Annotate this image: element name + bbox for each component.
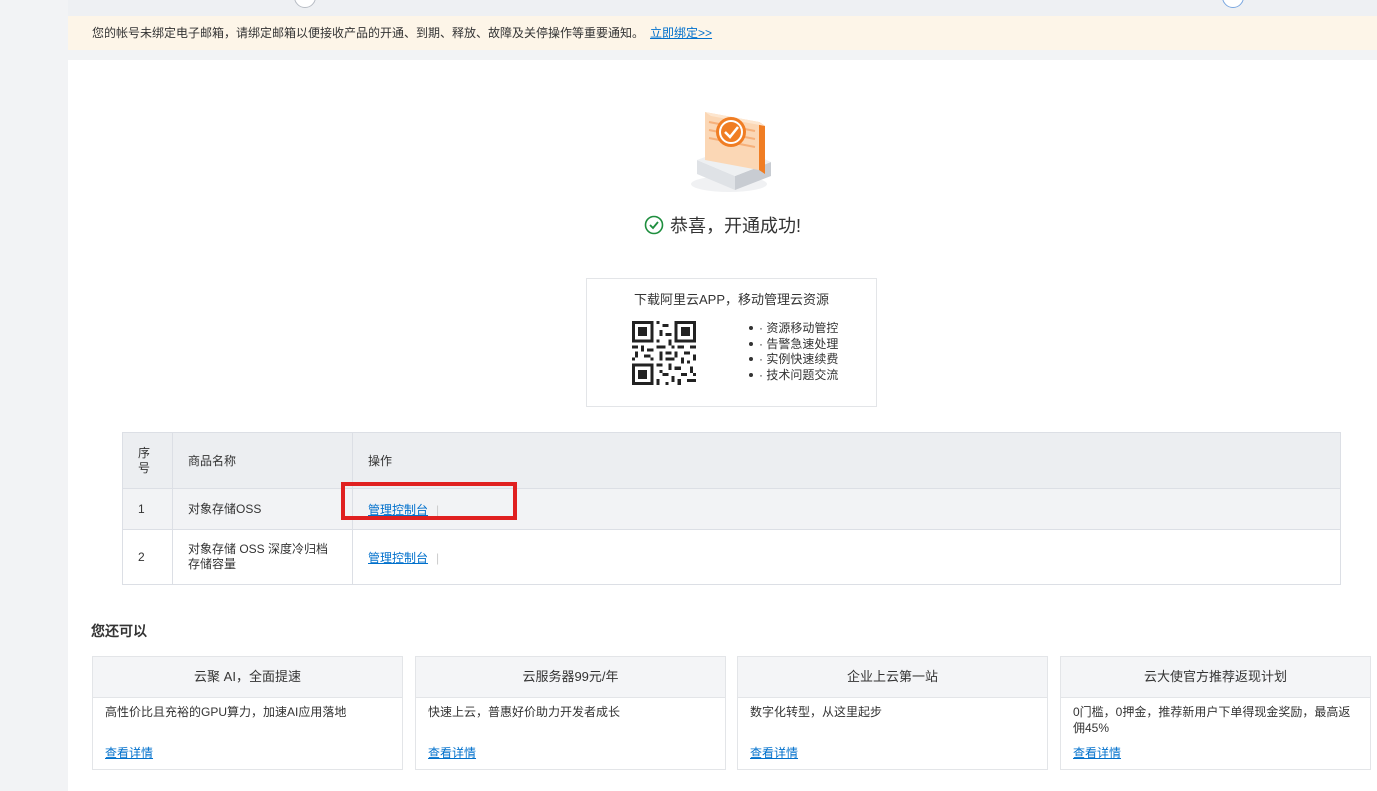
main-content: 恭喜，开通成功! 下载阿里云APP，移动管理云资源 · 资源移动管控 · 告警急… [68, 60, 1377, 791]
recommendation-card[interactable]: 云服务器99元/年 快速上云，普惠好价助力开发者成长 查看详情 [415, 656, 726, 770]
success-banner: 恭喜，开通成功! [68, 212, 1377, 238]
app-feature-item: · 实例快速续费 [749, 352, 838, 368]
header-action: 操作 [352, 432, 1341, 489]
view-details-link[interactable]: 查看详情 [1073, 744, 1121, 761]
qr-code-icon[interactable] [632, 321, 696, 385]
row-seq: 2 [122, 529, 173, 585]
app-feature-item: · 资源移动管控 [749, 321, 838, 337]
header-seq: 序号 [122, 432, 173, 489]
view-details-link[interactable]: 查看详情 [105, 744, 153, 761]
card-description: 快速上云，普惠好价助力开发者成长 [428, 705, 621, 719]
app-feature-item: · 技术问题交流 [749, 368, 838, 384]
view-details-link[interactable]: 查看详情 [428, 744, 476, 761]
card-description: 高性价比且充裕的GPU算力，加速AI应用落地 [105, 705, 347, 719]
recommendation-card[interactable]: 云大使官方推荐返现计划 0门槛，0押金，推荐新用户下单得现金奖励，最高返佣45%… [1060, 656, 1371, 770]
row-product-name: 对象存储OSS [172, 488, 353, 530]
table-row: 1 对象存储OSS 管理控制台 | [122, 488, 1341, 530]
activated-products-table: 序号 商品名称 操作 1 对象存储OSS 管理控制台 | 2 对象存储 OSS 深… [122, 432, 1341, 585]
success-message: 恭喜，开通成功! [669, 216, 801, 236]
card-description: 0门槛，0押金，推荐新用户下单得现金奖励，最高返佣45% [1073, 705, 1351, 735]
card-title: 云服务器99元/年 [416, 657, 725, 698]
table-header-row: 序号 商品名称 操作 [122, 432, 1341, 489]
card-title: 云大使官方推荐返现计划 [1061, 657, 1370, 698]
step-indicator-icon [294, 0, 316, 8]
card-title: 企业上云第一站 [738, 657, 1047, 698]
row-seq: 1 [122, 488, 173, 530]
card-title: 云聚 AI，全面提速 [93, 657, 402, 698]
email-binding-notice: 您的帐号未绑定电子邮箱，请绑定邮箱以便接收产品的开通、到期、释放、故障及关停操作… [68, 16, 1377, 50]
action-separator: | [436, 550, 440, 565]
top-strip [68, 0, 1377, 16]
view-details-link[interactable]: 查看详情 [750, 744, 798, 761]
table-row: 2 对象存储 OSS 深度冷归档存储容量 管理控制台 | [122, 529, 1341, 585]
manage-console-link[interactable]: 管理控制台 [368, 551, 428, 565]
row-product-name: 对象存储 OSS 深度冷归档存储容量 [172, 529, 353, 585]
card-description: 数字化转型，从这里起步 [750, 705, 883, 719]
header-product-name: 商品名称 [172, 432, 353, 489]
app-download-title: 下载阿里云APP，移动管理云资源 [633, 292, 829, 307]
bind-email-link[interactable]: 立即绑定>> [650, 26, 712, 40]
row-action-cell: 管理控制台 | [352, 529, 1341, 585]
app-feature-item: · 告警急速处理 [749, 337, 838, 353]
app-feature-list: · 资源移动管控 · 告警急速处理 · 实例快速续费 · 技术问题交流 [749, 321, 838, 383]
recommendation-card[interactable]: 云聚 AI，全面提速 高性价比且充裕的GPU算力，加速AI应用落地 查看详情 [92, 656, 403, 770]
recommendations-title: 您还可以 [91, 623, 147, 639]
highlight-box [341, 482, 517, 520]
notice-text: 您的帐号未绑定电子邮箱，请绑定邮箱以便接收产品的开通、到期、释放、故障及关停操作… [92, 26, 645, 40]
app-download-box: 下载阿里云APP，移动管理云资源 · 资源移动管控 · 告警急速处理 · 实例快… [586, 278, 877, 407]
step-indicator-icon [1222, 0, 1244, 8]
success-check-icon [644, 215, 664, 235]
success-illustration-icon [691, 112, 771, 192]
recommendation-card[interactable]: 企业上云第一站 数字化转型，从这里起步 查看详情 [737, 656, 1048, 770]
